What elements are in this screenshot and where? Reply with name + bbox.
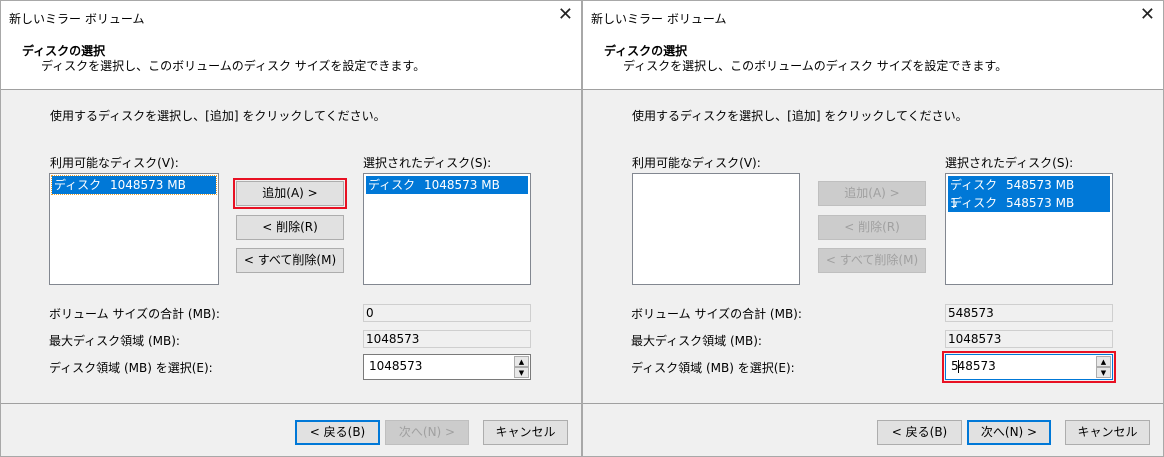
dialog-header: 新しいミラー ボリューム ✕ ディスクの選択 ディスクを選択し、このボリュームの… bbox=[583, 1, 1163, 90]
window-title: 新しいミラー ボリューム bbox=[9, 12, 145, 26]
close-icon[interactable]: ✕ bbox=[1140, 4, 1155, 25]
dialog-header: 新しいミラー ボリューム ✕ ディスクの選択 ディスクを選択し、このボリュームの… bbox=[1, 1, 581, 90]
mirror-volume-dialog-right: 新しいミラー ボリューム ✕ ディスクの選択 ディスクを選択し、このボリュームの… bbox=[582, 0, 1164, 457]
space-spinner[interactable]: 1048573 ▲ ▼ bbox=[363, 354, 531, 380]
max-space-label: 最大ディスク領域 (MB): bbox=[631, 334, 762, 348]
back-button[interactable]: < 戻る(B) bbox=[295, 420, 380, 445]
disk-size: 1048573 MB bbox=[110, 178, 186, 192]
window-title: 新しいミラー ボリューム bbox=[591, 12, 727, 26]
cancel-button[interactable]: キャンセル bbox=[483, 420, 568, 445]
disk-size: 548573 MB bbox=[1006, 178, 1075, 192]
cancel-button[interactable]: キャンセル bbox=[1065, 420, 1150, 445]
space-spinner[interactable]: 548573 ▲ ▼ bbox=[942, 351, 1116, 383]
next-button[interactable]: 次へ(N) > bbox=[967, 420, 1051, 445]
header-subtitle: ディスクを選択し、このボリュームのディスク サイズを設定できます。 bbox=[623, 59, 1008, 73]
spin-down-icon[interactable]: ▼ bbox=[1096, 367, 1111, 378]
max-space-field: 1048573 bbox=[363, 330, 531, 348]
space-value[interactable]: 548573 bbox=[951, 359, 996, 373]
disk-size: 1048573 MB bbox=[424, 178, 500, 192]
disk-list-item[interactable]: ディスク 2 1048573 MB bbox=[51, 175, 217, 210]
disk-list-item[interactable]: ディスク 2 548573 MB bbox=[948, 194, 1110, 228]
total-size-label: ボリューム サイズの合計 (MB): bbox=[49, 307, 220, 321]
disk-name: ディスク 1 bbox=[950, 178, 998, 210]
spin-down-icon[interactable]: ▼ bbox=[514, 367, 529, 378]
next-button[interactable]: 次へ(N) > bbox=[385, 420, 469, 445]
remove-button[interactable]: < 削除(R) bbox=[236, 215, 344, 240]
selected-disks-list[interactable]: ディスク 1 548573 MB ディスク 2 548573 MB bbox=[945, 173, 1113, 285]
selected-disks-label: 選択されたディスク(S): bbox=[363, 156, 492, 170]
mirror-volume-dialog-left: 新しいミラー ボリューム ✕ ディスクの選択 ディスクを選択し、このボリュームの… bbox=[0, 0, 582, 457]
max-space-label: 最大ディスク領域 (MB): bbox=[49, 334, 180, 348]
space-value[interactable]: 1048573 bbox=[369, 359, 422, 373]
value-after-caret: 48573 bbox=[957, 359, 996, 373]
instruction-text: 使用するディスクを選択し、[追加] をクリックしてください。 bbox=[632, 109, 968, 123]
available-disks-label: 利用可能なディスク(V): bbox=[50, 156, 179, 170]
footer-divider bbox=[1, 403, 581, 404]
select-space-label: ディスク領域 (MB) を選択(E): bbox=[631, 361, 795, 375]
header-subtitle: ディスクを選択し、このボリュームのディスク サイズを設定できます。 bbox=[41, 59, 426, 73]
selected-disks-list[interactable]: ディスク 1 1048573 MB bbox=[363, 173, 531, 285]
disk-list-item[interactable]: ディスク 1 1048573 MB bbox=[366, 176, 528, 210]
close-icon[interactable]: ✕ bbox=[558, 4, 573, 25]
disk-size: 548573 MB bbox=[1006, 196, 1075, 210]
disk-name: ディスク 2 bbox=[54, 178, 102, 210]
max-space-field: 1048573 bbox=[945, 330, 1113, 348]
spin-up-icon[interactable]: ▲ bbox=[514, 356, 529, 367]
available-disks-list[interactable]: ディスク 2 1048573 MB bbox=[49, 173, 219, 285]
footer-divider bbox=[583, 403, 1163, 404]
remove-all-button[interactable]: < すべて削除(M) bbox=[236, 248, 344, 273]
disk-name: ディスク 2 bbox=[950, 196, 998, 228]
total-size-label: ボリューム サイズの合計 (MB): bbox=[631, 307, 802, 321]
disk-name: ディスク 1 bbox=[368, 178, 416, 210]
spin-up-icon[interactable]: ▲ bbox=[1096, 356, 1111, 367]
total-size-field: 548573 bbox=[945, 304, 1113, 322]
instruction-text: 使用するディスクを選択し、[追加] をクリックしてください。 bbox=[50, 109, 386, 123]
back-button[interactable]: < 戻る(B) bbox=[877, 420, 962, 445]
add-button[interactable]: 追加(A) > bbox=[818, 181, 926, 206]
available-disks-list[interactable] bbox=[632, 173, 800, 285]
total-size-field: 0 bbox=[363, 304, 531, 322]
remove-all-button[interactable]: < すべて削除(M) bbox=[818, 248, 926, 273]
select-space-label: ディスク領域 (MB) を選択(E): bbox=[49, 361, 213, 375]
add-button[interactable]: 追加(A) > bbox=[233, 178, 347, 209]
remove-button[interactable]: < 削除(R) bbox=[818, 215, 926, 240]
disk-list-item[interactable]: ディスク 1 548573 MB bbox=[948, 176, 1110, 210]
selected-disks-label: 選択されたディスク(S): bbox=[945, 156, 1074, 170]
available-disks-label: 利用可能なディスク(V): bbox=[632, 156, 761, 170]
